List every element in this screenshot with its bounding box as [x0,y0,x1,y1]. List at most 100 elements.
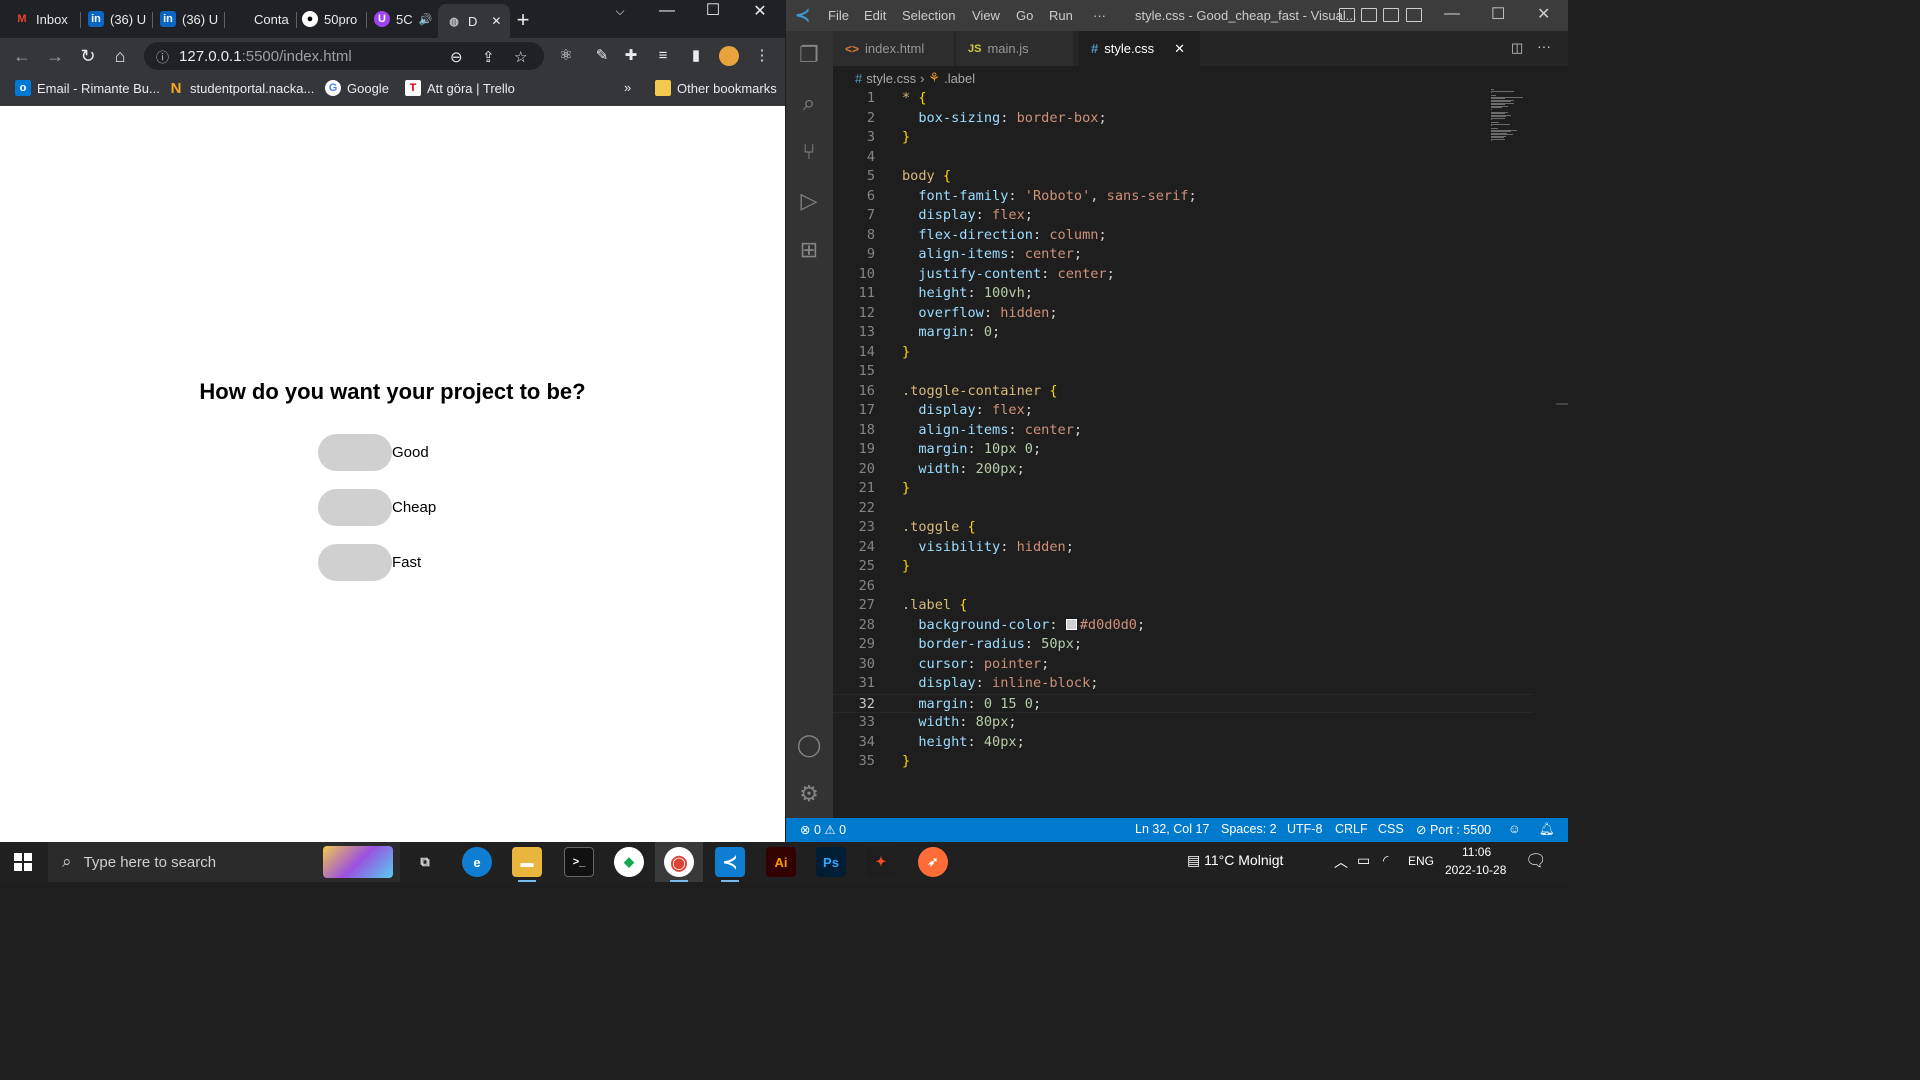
code-line[interactable]: 27 .label { [833,596,1533,616]
toggle-cheap[interactable] [318,489,392,526]
more-actions-icon[interactable]: ··· [1537,38,1551,54]
code-line[interactable]: 7 display: flex; [833,206,1533,226]
react-devtools-icon[interactable]: ⚛ [556,46,576,66]
postman-icon[interactable]: ➶ [918,847,948,877]
menu-selection[interactable]: Selection [902,8,955,23]
file-explorer-icon[interactable]: ▬ [512,847,542,882]
code-line[interactable]: 1 * { [833,89,1533,109]
menu-view[interactable]: View [972,8,1000,23]
code-line[interactable]: 34 height: 40px; [833,733,1533,753]
mongodb-compass-icon[interactable]: ◆ [614,847,644,877]
code-line[interactable]: 13 margin: 0; [833,323,1533,343]
code-line[interactable]: 22 [833,499,1533,519]
clock-time[interactable]: 11:06 [1462,845,1491,859]
menu-go[interactable]: Go [1016,8,1033,23]
close-window-button[interactable]: ✕ [737,1,783,21]
search-highlight-image[interactable] [323,846,393,878]
code-line[interactable]: 11 height: 100vh; [833,284,1533,304]
code-line[interactable]: 23 .toggle { [833,518,1533,538]
code-line[interactable]: 30 cursor: pointer; [833,655,1533,675]
bookmark-email[interactable]: o Email - Rimante Bu... [15,80,160,96]
code-line[interactable]: 20 width: 200px; [833,460,1533,480]
tab-linkedin-1[interactable]: in (36) U [88,4,146,34]
speaker-icon[interactable]: 🔊 [419,13,432,26]
language-indicator[interactable]: ENG [1408,854,1434,868]
share-icon[interactable]: ⇪ [482,48,495,66]
breadcrumb-file[interactable]: style.css [866,71,916,86]
vscode-icon[interactable]: ≺ [715,847,745,882]
cursor-position[interactable]: Ln 32, Col 17 [1135,822,1209,836]
maximize-button[interactable]: ☐ [1491,4,1505,24]
menu-run[interactable]: Run [1049,8,1073,23]
code-line[interactable]: 29 border-radius: 50px; [833,635,1533,655]
minimize-button[interactable]: — [644,2,690,22]
code-line[interactable]: 17 display: flex; [833,401,1533,421]
other-bookmarks[interactable]: Other bookmarks [655,80,777,96]
tab-inbox[interactable]: M Inbox [14,4,72,34]
clock-date[interactable]: 2022-10-28 [1445,863,1506,877]
code-line[interactable]: 6 font-family: 'Roboto', sans-serif; [833,187,1533,207]
toggle-good[interactable] [318,434,392,471]
code-line[interactable]: 10 justify-content: center; [833,265,1533,285]
code-line[interactable]: 18 align-items: center; [833,421,1533,441]
bookmark-studentportal[interactable]: N studentportal.nacka... [168,80,315,97]
zoom-icon[interactable]: ⊖ [450,48,463,66]
address-bar[interactable]: ⓘ 127.0.0.1:5500/index.html ⊖ ⇪ ☆ [144,42,544,70]
code-line[interactable]: 16 .toggle-container { [833,382,1533,402]
tray-overflow-icon[interactable]: ︿ [1334,852,1348,872]
explorer-icon[interactable]: ❐ [795,41,823,69]
back-icon[interactable]: ← [11,45,33,67]
close-tab-icon[interactable]: ✕ [491,14,501,28]
media-control-icon[interactable]: ≡ [653,46,673,66]
code-line[interactable]: 19 margin: 10px 0; [833,440,1533,460]
code-line[interactable]: 8 flex-direction: column; [833,226,1533,246]
taskbar-search[interactable]: ⌕ Type here to search [48,842,400,882]
chrome-menu-icon[interactable]: ⋮ [752,46,772,66]
close-window-button[interactable]: ✕ [1537,4,1550,24]
menu-edit[interactable]: Edit [864,8,886,23]
tab-search-icon[interactable]: ⌵ [597,4,643,24]
notification-center-icon[interactable]: 🗨︎ [1525,851,1547,871]
live-server-port[interactable]: ⊘ Port : 5500 [1416,822,1491,837]
code-line[interactable]: 32 margin: 0 15 0; [833,693,1533,713]
code-line[interactable]: 5 body { [833,167,1533,187]
tab-index-html[interactable]: <> index.html [833,31,955,66]
battery-icon[interactable]: ▭ [1357,852,1370,869]
code-line[interactable]: 15 [833,362,1533,382]
color-picker-icon[interactable]: ✎ [592,46,612,66]
language-mode[interactable]: CSS [1378,822,1404,836]
code-line[interactable]: 4 [833,148,1533,168]
code-line[interactable]: 24 visibility: hidden; [833,538,1533,558]
task-view-icon[interactable]: ⧉ [410,847,440,877]
maximize-button[interactable]: ☐ [690,0,736,20]
bookmarks-overflow-button[interactable]: » [624,80,631,95]
customize-layout-icon[interactable] [1406,8,1422,22]
split-editor-icon[interactable]: ◫ [1511,40,1523,56]
code-line[interactable]: 2 box-sizing: border-box; [833,109,1533,129]
bookmark-google[interactable]: G Google [325,80,389,96]
accounts-icon[interactable]: ◯ [795,731,823,759]
extensions-icon[interactable]: ✚ [621,46,641,66]
edge-icon[interactable]: e [462,847,492,877]
source-control-icon[interactable]: ⑂ [795,138,823,166]
toggle-sidebar-icon[interactable] [1339,8,1355,22]
color-swatch[interactable] [1065,618,1077,630]
problems-indicator[interactable]: ⊗ 0 ⚠ 0 [800,822,846,837]
terminal-icon[interactable]: >_ [564,847,594,877]
minimize-button[interactable]: — [1444,5,1460,23]
indentation[interactable]: Spaces: 2 [1221,822,1277,836]
code-editor[interactable]: 1 * {2 box-sizing: border-box; 3} 4 5 body {6… [833,89,1568,818]
illustrator-icon[interactable]: Ai [766,847,796,877]
feedback-icon[interactable]: ☺ [1508,822,1521,836]
search-icon[interactable]: ⌕ [795,89,823,117]
tab-conta[interactable]: Conta [232,4,292,34]
settings-gear-icon[interactable]: ⚙ [795,780,823,808]
code-line[interactable]: 12 overflow: hidden; [833,304,1533,324]
tab-main-js[interactable]: JS main.js [956,31,1074,66]
windows-start-icon[interactable] [14,853,32,871]
weather-widget[interactable]: ▤ 11°C Molnigt [1187,852,1283,869]
reload-icon[interactable]: ↻ [77,45,99,67]
home-icon[interactable]: ⌂ [109,45,131,67]
bookmark-star-icon[interactable]: ☆ [514,48,527,66]
avatar[interactable] [719,46,739,66]
